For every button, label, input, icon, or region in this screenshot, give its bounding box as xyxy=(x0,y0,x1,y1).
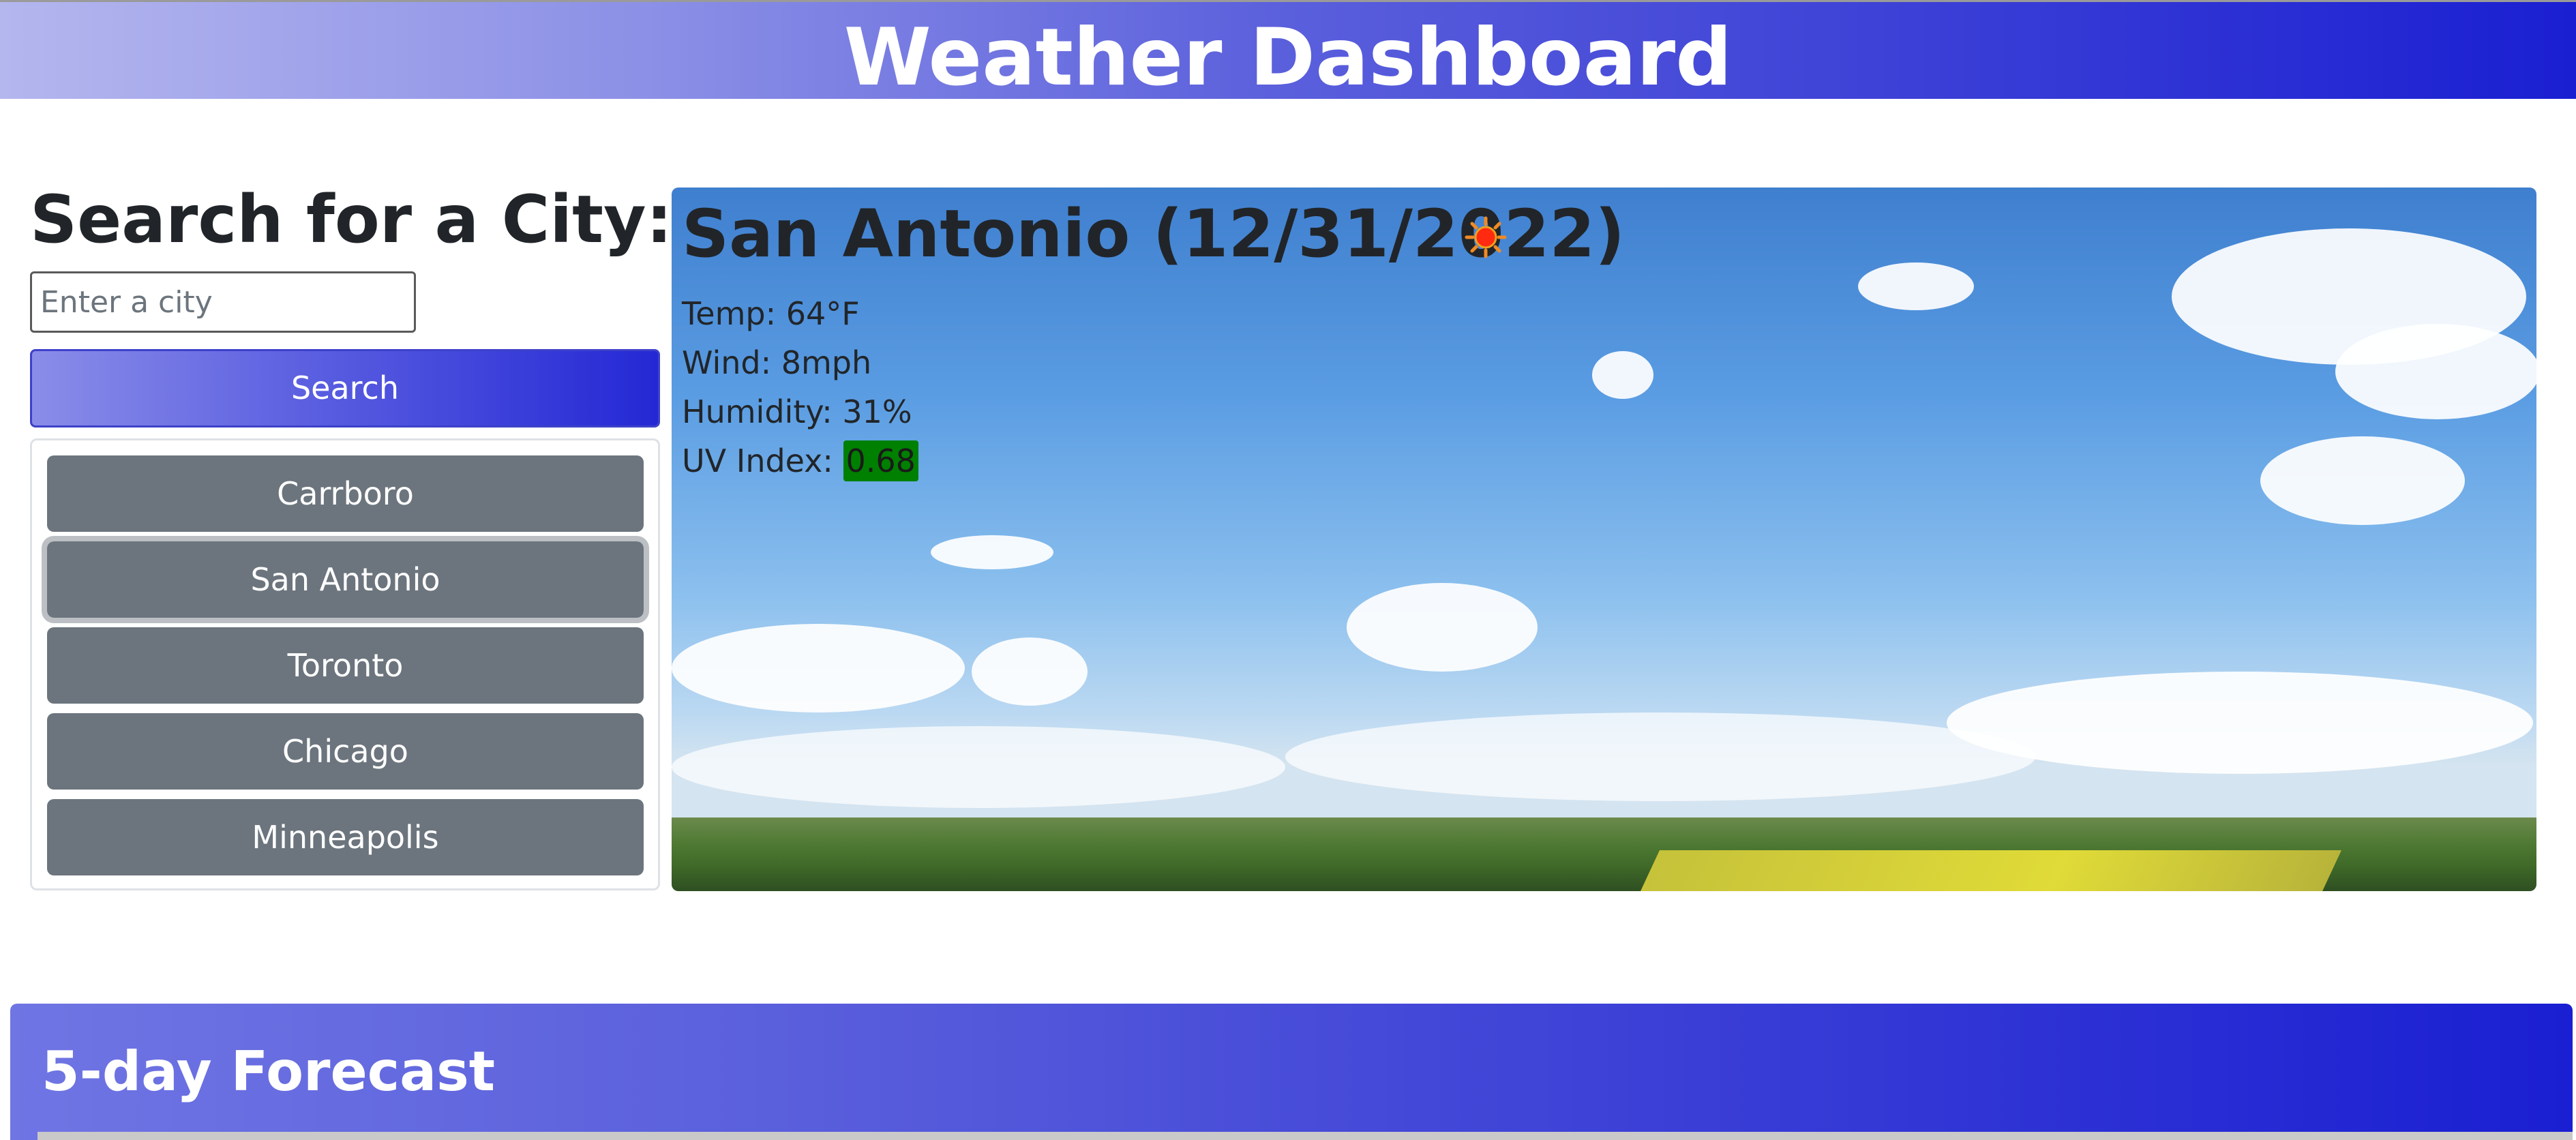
current-weather-card: San Antonio (12/31/2022) Temp: 64°F Wind… xyxy=(672,188,2536,891)
cloud-decoration xyxy=(2260,436,2465,525)
history-item-san-antonio[interactable]: San Antonio xyxy=(42,536,649,623)
uv-index-row: UV Index: 0.68 xyxy=(682,440,918,481)
cloud-decoration xyxy=(1285,712,2035,801)
cloud-decoration xyxy=(931,535,1053,569)
cloud-decoration xyxy=(1347,583,1538,672)
landscape-decoration xyxy=(672,817,2536,891)
cloud-decoration xyxy=(1858,262,1974,310)
wind-text: Wind: 8mph xyxy=(682,344,872,381)
search-history-list: Carrboro San Antonio Toronto Chicago Min… xyxy=(30,438,660,890)
page-title: Weather Dashboard xyxy=(843,12,1733,104)
history-item-carrboro[interactable]: Carrboro xyxy=(47,455,644,532)
forecast-title: 5-day Forecast xyxy=(42,1040,495,1103)
cloud-decoration xyxy=(672,624,965,712)
search-title: Search for a City: xyxy=(30,181,672,258)
city-search-input[interactable] xyxy=(30,271,416,333)
temperature-text: Temp: 64°F xyxy=(682,295,860,332)
forecast-section: 5-day Forecast xyxy=(10,1004,2573,1140)
header-bar: Weather Dashboard xyxy=(0,0,2576,104)
uv-index-badge: 0.68 xyxy=(843,440,918,481)
cloud-decoration xyxy=(972,638,1088,706)
forecast-cards-top-edge xyxy=(38,1132,2573,1140)
sun-icon xyxy=(1465,216,1507,258)
humidity-text: Humidity: 31% xyxy=(682,393,912,430)
history-item-toronto[interactable]: Toronto xyxy=(47,627,644,704)
history-item-chicago[interactable]: Chicago xyxy=(47,713,644,790)
cloud-decoration xyxy=(2335,324,2536,419)
search-button[interactable]: Search xyxy=(30,349,660,427)
page: Weather Dashboard Search for a City: Sea… xyxy=(0,0,2576,1140)
history-item-minneapolis[interactable]: Minneapolis xyxy=(47,799,644,875)
field-decoration xyxy=(1641,850,2341,891)
uv-index-label: UV Index: xyxy=(682,442,843,479)
cloud-decoration xyxy=(672,726,1285,808)
cloud-decoration xyxy=(1592,351,1653,399)
